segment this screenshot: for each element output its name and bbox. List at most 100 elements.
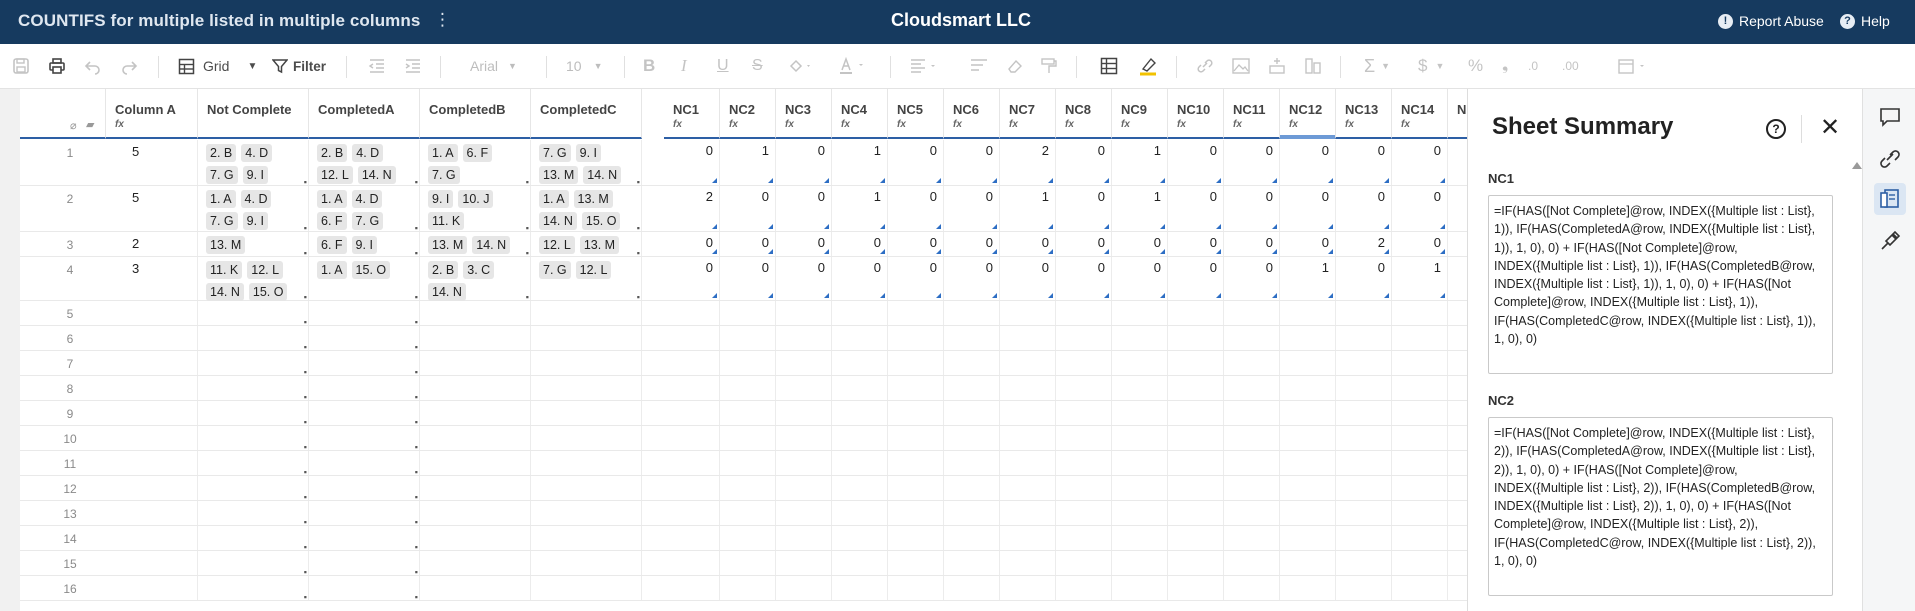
row-number[interactable]: 11 xyxy=(40,457,100,471)
grid-cell[interactable] xyxy=(944,451,1000,475)
grid-cell[interactable] xyxy=(944,401,1000,425)
grid-cell[interactable] xyxy=(106,326,198,350)
grid-cell[interactable] xyxy=(664,476,720,500)
panel-scroll-up-arrow-icon[interactable] xyxy=(1852,162,1862,169)
column-header[interactable]: CompletedA xyxy=(309,89,420,139)
filter-button[interactable]: Filter xyxy=(272,54,326,78)
grid-cell[interactable]: 0 xyxy=(776,257,832,300)
grid-cell[interactable] xyxy=(1168,326,1224,350)
grid-cell[interactable] xyxy=(944,576,1000,600)
grid-cell[interactable]: 0 xyxy=(1392,232,1448,256)
activity-icon[interactable] xyxy=(1874,225,1906,257)
grid-cell[interactable] xyxy=(776,501,832,525)
grid-cell[interactable] xyxy=(1112,551,1168,575)
grid-cell[interactable]: 0 xyxy=(1224,257,1280,300)
thousands-separator-icon[interactable]: ❟ xyxy=(1502,54,1508,78)
grid-cell[interactable]: 0 xyxy=(1168,140,1224,185)
grid-cell[interactable] xyxy=(776,351,832,375)
grid-cell[interactable] xyxy=(531,376,642,400)
grid-cell[interactable]: 1. A 4. D 6. F 7. G ▪ xyxy=(309,186,420,233)
grid-cell[interactable]: ▪ xyxy=(309,551,420,577)
grid-cell[interactable] xyxy=(1280,526,1336,550)
grid-cell[interactable] xyxy=(1336,426,1392,450)
grid-cell[interactable]: 1 xyxy=(1280,257,1336,300)
grid-cell[interactable] xyxy=(888,426,944,450)
grid-cell[interactable] xyxy=(720,501,776,525)
grid-cell[interactable] xyxy=(720,301,776,325)
grid-cell[interactable] xyxy=(776,576,832,600)
grid-cell[interactable] xyxy=(664,401,720,425)
grid-cell[interactable] xyxy=(832,401,888,425)
grid-cell[interactable] xyxy=(1112,301,1168,325)
grid-cell[interactable]: 0 xyxy=(720,257,776,300)
grid-cell[interactable] xyxy=(1112,426,1168,450)
grid-cell[interactable] xyxy=(944,551,1000,575)
percent-icon[interactable]: % xyxy=(1468,54,1483,78)
grid-cell[interactable]: 0 xyxy=(944,257,1000,300)
grid-cell[interactable] xyxy=(531,401,642,425)
grid-cell[interactable]: 1 xyxy=(1112,186,1168,231)
column-header[interactable]: NC13 fx xyxy=(1336,89,1392,139)
grid-cell[interactable] xyxy=(1280,376,1336,400)
grid-cell[interactable] xyxy=(1448,551,1467,575)
grid-cell[interactable] xyxy=(664,351,720,375)
grid-cell[interactable] xyxy=(1392,576,1448,600)
grid-cell[interactable] xyxy=(944,526,1000,550)
row-number[interactable]: 5 xyxy=(40,307,100,321)
grid-cell[interactable] xyxy=(1224,476,1280,500)
row-number[interactable]: 14 xyxy=(40,532,100,546)
grid-cell[interactable] xyxy=(1000,351,1056,375)
grid-cell[interactable] xyxy=(888,576,944,600)
grid-cell[interactable] xyxy=(106,551,198,575)
grid-cell[interactable] xyxy=(1168,526,1224,550)
grid-cell[interactable] xyxy=(1336,376,1392,400)
grid-cell[interactable]: 11. K 12. L 14. N 15. O ▪ xyxy=(198,257,309,302)
grid-cell[interactable] xyxy=(1056,351,1112,375)
grid-cell[interactable] xyxy=(1392,476,1448,500)
grid-cell[interactable]: 0 xyxy=(1336,140,1392,185)
help-circle-icon[interactable]: ? xyxy=(1766,119,1786,139)
grid-cell[interactable] xyxy=(1448,526,1467,550)
clear-format-icon[interactable] xyxy=(1006,54,1024,78)
grid-cell[interactable] xyxy=(420,526,531,550)
grid-cell[interactable] xyxy=(888,551,944,575)
grid-cell[interactable]: 0 xyxy=(1056,232,1112,256)
row-number[interactable]: 8 xyxy=(40,382,100,396)
grid-cell[interactable]: 7. G 12. L ▪ xyxy=(531,257,642,302)
grid-cell[interactable]: 0 xyxy=(1168,257,1224,300)
row-number[interactable]: 1 xyxy=(40,146,100,160)
grid-cell[interactable]: 0 xyxy=(1112,232,1168,256)
grid-cell[interactable] xyxy=(664,551,720,575)
grid-cell[interactable] xyxy=(1000,401,1056,425)
grid-cell[interactable]: 0 xyxy=(1056,257,1112,300)
grid-cell[interactable] xyxy=(1280,426,1336,450)
grid-cell[interactable] xyxy=(1224,351,1280,375)
column-header[interactable]: NC8 fx xyxy=(1056,89,1112,139)
column-header[interactable]: NC4 fx xyxy=(832,89,888,139)
format-painter-icon[interactable] xyxy=(1040,54,1058,78)
grid-cell[interactable] xyxy=(1000,476,1056,500)
grid-cell[interactable] xyxy=(420,301,531,325)
grid-cell[interactable] xyxy=(531,301,642,325)
grid-cell[interactable] xyxy=(106,576,198,600)
grid-cell[interactable]: 7. G 9. I 13. M 14. N ▪ xyxy=(531,140,642,187)
font-size-select[interactable]: 10 ▼ xyxy=(566,54,626,78)
grid-cell[interactable] xyxy=(832,551,888,575)
grid-cell[interactable]: 13. M ▪ xyxy=(198,232,309,258)
grid-cell[interactable]: 2 xyxy=(1336,232,1392,256)
grid-cell[interactable]: 1 xyxy=(1392,257,1448,300)
row-number[interactable]: 7 xyxy=(40,357,100,371)
grid-cell[interactable] xyxy=(944,376,1000,400)
column-header[interactable]: NC2 fx xyxy=(720,89,776,139)
image-icon[interactable] xyxy=(1232,54,1250,78)
summary-field-formula[interactable]: =IF(HAS([Not Complete]@row, INDEX({Multi… xyxy=(1488,417,1833,596)
grid-cell[interactable] xyxy=(1000,526,1056,550)
grid-cell[interactable] xyxy=(1336,476,1392,500)
grid-cell[interactable] xyxy=(1448,451,1467,475)
indent-icon[interactable] xyxy=(404,54,422,78)
grid-cell[interactable] xyxy=(1336,526,1392,550)
grid-cell[interactable]: ▪ xyxy=(198,476,309,502)
grid-cell[interactable]: 13. M 14. N ▪ xyxy=(420,232,531,258)
column-header[interactable]: NC5 fx xyxy=(888,89,944,139)
grid-cell[interactable]: 0 xyxy=(720,186,776,231)
